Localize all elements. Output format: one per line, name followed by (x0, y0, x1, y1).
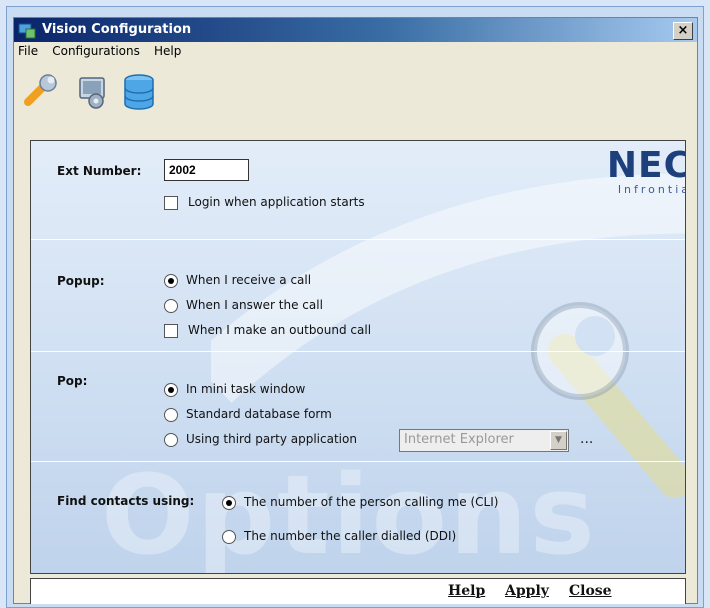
app-icon (18, 23, 36, 39)
pop-option-database-form[interactable]: Standard database form (164, 407, 332, 422)
find-option-cli[interactable]: The number of the person calling me (CLI… (222, 495, 498, 510)
popup-option-receive[interactable]: When I receive a call (164, 273, 311, 288)
ext-number-label: Ext Number: (57, 164, 142, 178)
popup-option-answer-label: When I answer the call (186, 298, 323, 312)
wrench-icon[interactable] (22, 72, 62, 112)
menu-bar: File Configurations Help (14, 44, 186, 62)
title-bar[interactable]: Vision Configuration × (14, 18, 697, 42)
radio-button[interactable] (164, 298, 178, 313)
database-icon[interactable] (119, 72, 159, 112)
popup-label: Popup: (57, 274, 105, 288)
chevron-down-icon[interactable]: ▼ (550, 431, 567, 450)
window-title: Vision Configuration (42, 22, 192, 37)
apply-link[interactable]: Apply (505, 583, 549, 599)
popup-option-receive-label: When I receive a call (186, 273, 312, 287)
pop-option-mini-task[interactable]: In mini task window (164, 382, 305, 397)
options-panel: Options Ext Number: Login when applicati… (30, 140, 686, 574)
find-contacts-section: Find contacts using: The number of the p… (31, 461, 685, 573)
popup-section: Popup: When I receive a call When I answ… (31, 239, 685, 352)
find-option-ddi-label: The number the caller dialled (DDI) (244, 529, 457, 543)
login-option-label: Login when application starts (188, 195, 365, 209)
radio-button[interactable] (222, 529, 236, 544)
nec-logo-text: NEC (606, 145, 686, 186)
third-party-app-value: Internet Explorer (404, 432, 514, 447)
radio-button[interactable] (164, 382, 178, 397)
menu-help[interactable]: Help (149, 44, 186, 58)
settings-monitor-icon[interactable] (72, 72, 112, 112)
browse-button[interactable]: ... (580, 431, 593, 447)
pop-section: Pop: In mini task window Standard databa… (31, 351, 685, 462)
pop-option-mini-task-label: In mini task window (186, 382, 306, 396)
find-contacts-label: Find contacts using: (57, 494, 195, 508)
config-window: Vision Configuration × File Configuratio… (13, 17, 698, 604)
outbound-checkbox[interactable] (164, 323, 178, 338)
close-window-button[interactable]: × (673, 22, 693, 40)
radio-button[interactable] (164, 407, 178, 422)
help-link[interactable]: Help (448, 583, 485, 599)
pop-option-third-party[interactable]: Using third party application (164, 432, 357, 447)
menu-file[interactable]: File (14, 44, 43, 58)
menu-configurations[interactable]: Configurations (47, 44, 145, 58)
popup-option-outbound-label: When I make an outbound call (188, 323, 372, 337)
radio-button[interactable] (222, 495, 236, 510)
popup-option-answer[interactable]: When I answer the call (164, 298, 323, 313)
pop-label: Pop: (57, 374, 88, 388)
find-option-ddi[interactable]: The number the caller dialled (DDI) (222, 529, 456, 544)
popup-option-outbound[interactable]: When I make an outbound call (164, 323, 371, 338)
nec-logo: NEC Infrontia (606, 145, 686, 197)
close-link[interactable]: Close (569, 583, 612, 599)
find-option-cli-label: The number of the person calling me (CLI… (244, 495, 499, 509)
third-party-app-select[interactable]: Internet Explorer ▼ (399, 429, 569, 452)
login-checkbox[interactable] (164, 195, 178, 210)
radio-button[interactable] (164, 273, 178, 288)
radio-button[interactable] (164, 432, 178, 447)
footer-bar: Help Apply Close (30, 578, 686, 604)
ext-section: Ext Number: Login when application start… (31, 141, 685, 239)
pop-option-third-party-label: Using third party application (186, 432, 357, 446)
login-option[interactable]: Login when application starts (164, 195, 365, 210)
ext-number-input[interactable] (164, 159, 249, 181)
pop-option-database-form-label: Standard database form (186, 407, 332, 421)
nec-logo-subtext: Infrontia (617, 183, 686, 196)
